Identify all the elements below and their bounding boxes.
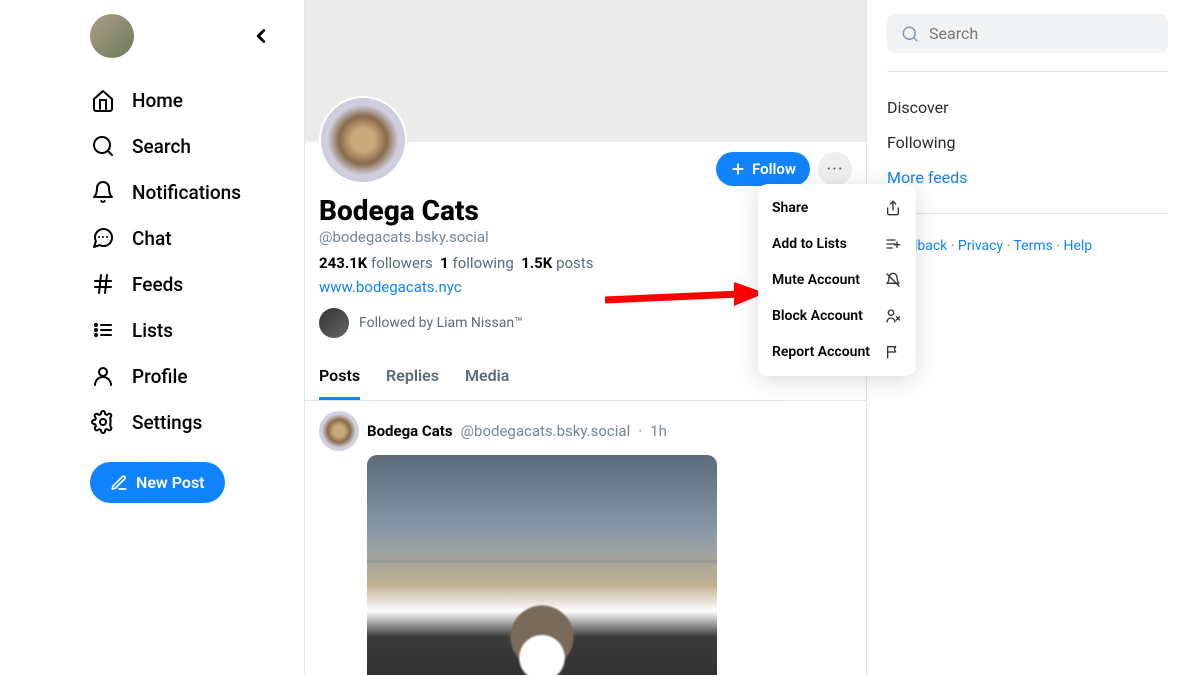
share-icon — [884, 199, 902, 217]
menu-label: Mute Account — [772, 272, 860, 288]
followers-label: followers — [371, 254, 433, 272]
main-nav: Home Search Notifications Chat Feeds Lis… — [90, 78, 304, 444]
compose-icon — [110, 474, 128, 492]
chevron-left-icon — [250, 25, 272, 47]
nav-feeds[interactable]: Feeds — [90, 262, 304, 306]
post-handle: @bodegacats.bsky.social — [461, 422, 631, 440]
tab-replies[interactable]: Replies — [386, 356, 439, 400]
menu-label: Block Account — [772, 308, 863, 324]
nav-profile[interactable]: Profile — [90, 354, 304, 398]
menu-label: Add to Lists — [772, 236, 847, 252]
profile-more-dropdown: Share Add to Lists Mute Account Block Ac… — [758, 184, 916, 376]
user-icon — [90, 363, 116, 389]
link-more-feeds[interactable]: More feeds — [887, 160, 1168, 195]
search-icon — [90, 133, 116, 159]
plus-icon — [730, 161, 746, 177]
following-count: 1 — [440, 254, 449, 272]
nav-label: Chat — [132, 227, 172, 250]
link-help[interactable]: Help — [1063, 238, 1092, 254]
my-avatar[interactable] — [90, 14, 134, 58]
menu-label: Share — [772, 200, 808, 216]
gear-icon — [90, 409, 116, 435]
menu-label: Report Account — [772, 344, 870, 360]
nav-label: Settings — [132, 411, 202, 434]
following-label: following — [453, 254, 514, 272]
tab-media[interactable]: Media — [465, 356, 509, 400]
nav-settings[interactable]: Settings — [90, 400, 304, 444]
mute-icon — [884, 271, 902, 289]
left-sidebar: Home Search Notifications Chat Feeds Lis… — [0, 0, 305, 675]
search-input[interactable] — [929, 24, 1154, 43]
post-author: Bodega Cats — [367, 422, 453, 440]
tab-posts[interactable]: Posts — [319, 356, 360, 400]
chat-icon — [90, 225, 116, 251]
nav-search[interactable]: Search — [90, 124, 304, 168]
search-box[interactable] — [887, 14, 1168, 53]
ellipsis-icon: ··· — [826, 159, 843, 180]
link-privacy[interactable]: Privacy — [958, 238, 1003, 254]
nav-label: Notifications — [132, 181, 241, 204]
nav-label: Home — [132, 89, 183, 112]
post-image[interactable] — [367, 455, 717, 675]
posts-label: posts — [556, 254, 593, 272]
nav-home[interactable]: Home — [90, 78, 304, 122]
menu-block-account[interactable]: Block Account — [758, 298, 916, 334]
followed-by-label: Followed by Liam Nissan™ — [359, 315, 523, 331]
nav-label: Feeds — [132, 273, 183, 296]
hash-icon — [90, 271, 116, 297]
posts-count: 1.5K — [521, 254, 552, 272]
back-button[interactable] — [249, 24, 273, 48]
search-icon — [901, 25, 919, 43]
post-timestamp: 1h — [650, 422, 667, 440]
block-icon — [884, 307, 902, 325]
post[interactable]: Bodega Cats @bodegacats.bsky.social · 1h — [305, 401, 866, 675]
link-following[interactable]: Following — [887, 125, 1168, 160]
link-terms[interactable]: Terms — [1013, 238, 1052, 254]
more-menu-button[interactable]: ··· — [818, 152, 852, 186]
flag-icon — [884, 343, 902, 361]
feed-links: Discover Following More feeds — [887, 90, 1168, 195]
nav-label: Profile — [132, 365, 188, 388]
link-discover[interactable]: Discover — [887, 90, 1168, 125]
follow-label: Follow — [752, 160, 796, 178]
nav-lists[interactable]: Lists — [90, 308, 304, 352]
nav-notifications[interactable]: Notifications — [90, 170, 304, 214]
menu-report-account[interactable]: Report Account — [758, 334, 916, 370]
follower-mini-avatar — [319, 308, 349, 338]
post-separator: · — [638, 422, 642, 440]
home-icon — [90, 87, 116, 113]
nav-label: Lists — [132, 319, 173, 342]
footer-links: Feedback · Privacy · Terms · Help — [887, 238, 1168, 254]
profile-avatar[interactable] — [319, 96, 407, 184]
new-post-button[interactable]: New Post — [90, 462, 225, 503]
menu-add-to-lists[interactable]: Add to Lists — [758, 226, 916, 262]
new-post-label: New Post — [136, 473, 205, 492]
bell-icon — [90, 179, 116, 205]
follow-button[interactable]: Follow — [716, 152, 810, 186]
list-icon — [90, 317, 116, 343]
menu-mute-account[interactable]: Mute Account — [758, 262, 916, 298]
right-sidebar: Discover Following More feeds Feedback ·… — [867, 0, 1200, 675]
nav-label: Search — [132, 135, 191, 158]
post-avatar[interactable] — [319, 411, 359, 451]
nav-chat[interactable]: Chat — [90, 216, 304, 260]
followers-count: 243.1K — [319, 254, 367, 272]
list-add-icon — [884, 235, 902, 253]
menu-share[interactable]: Share — [758, 190, 916, 226]
